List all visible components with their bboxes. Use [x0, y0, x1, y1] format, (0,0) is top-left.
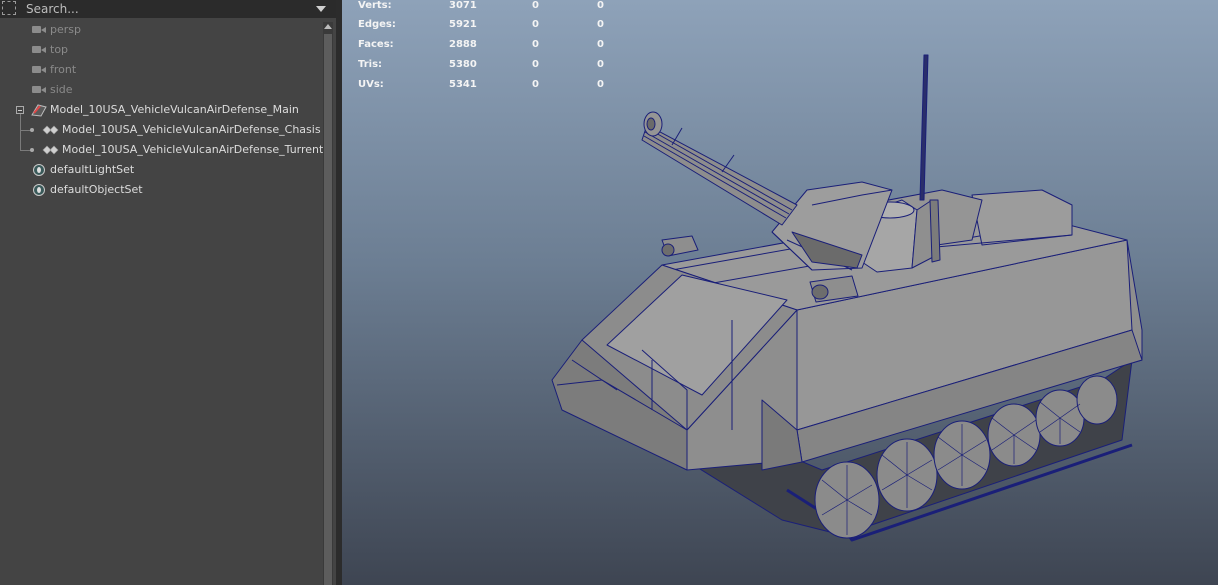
filter-icon[interactable]	[2, 1, 16, 15]
outliner-item-label: defaultLightSet	[50, 163, 135, 176]
scroll-up-arrow-icon[interactable]	[324, 24, 332, 29]
outliner-item-label: top	[50, 43, 69, 56]
chevron-down-icon[interactable]	[316, 6, 326, 12]
transform-icon	[31, 104, 47, 117]
set-icon	[33, 184, 45, 196]
outliner-item-light-set[interactable]: defaultLightSet	[50, 160, 134, 180]
outliner-item-persp[interactable]: persp	[32, 20, 81, 40]
outliner-item-label: Model_10USA_VehicleVulcanAirDefense_Main	[50, 103, 299, 116]
tree-node-dot	[30, 148, 34, 152]
scrollbar[interactable]	[323, 22, 333, 585]
mesh-icon	[42, 145, 59, 155]
outliner-item-label: persp	[50, 23, 81, 36]
tree-node-dot	[30, 128, 34, 132]
outliner-item-label: Model_10USA_VehicleVulcanAirDefense_Chas…	[62, 123, 321, 136]
search-input[interactable]	[22, 0, 312, 18]
outliner-panel: persp top front side Model_10USA_Vehicle…	[0, 0, 336, 585]
outliner-item-label: Model_10USA_VehicleVulcanAirDefense_Turr…	[62, 143, 324, 156]
tank-model[interactable]	[342, 0, 1218, 585]
search-bar	[0, 0, 336, 18]
tree-line	[20, 114, 21, 151]
set-icon	[33, 164, 45, 176]
camera-icon	[32, 26, 46, 33]
outliner-item-turrent[interactable]: Model_10USA_VehicleVulcanAirDefense_Turr…	[62, 140, 323, 160]
scrollbar-thumb[interactable]	[324, 34, 332, 585]
outliner-item-label: defaultObjectSet	[50, 183, 143, 196]
mesh-icon	[42, 125, 59, 135]
3d-viewport[interactable]: Verts: 3071 0 0 Edges: 5921 0 0 Faces: 2…	[342, 0, 1218, 585]
camera-icon	[32, 86, 46, 93]
outliner-item-side[interactable]: side	[32, 80, 73, 100]
outliner-item-front[interactable]: front	[32, 60, 77, 80]
camera-icon	[32, 66, 46, 73]
outliner-item-top[interactable]: top	[32, 40, 69, 60]
outliner-item-main[interactable]: Model_10USA_VehicleVulcanAirDefense_Main	[50, 100, 299, 120]
collapse-toggle[interactable]	[16, 106, 24, 114]
outliner-item-object-set[interactable]: defaultObjectSet	[50, 180, 143, 200]
outliner-item-label: side	[50, 83, 73, 96]
outliner-item-chasis[interactable]: Model_10USA_VehicleVulcanAirDefense_Chas…	[62, 120, 321, 140]
outliner-item-label: front	[50, 63, 77, 76]
camera-icon	[32, 46, 46, 53]
